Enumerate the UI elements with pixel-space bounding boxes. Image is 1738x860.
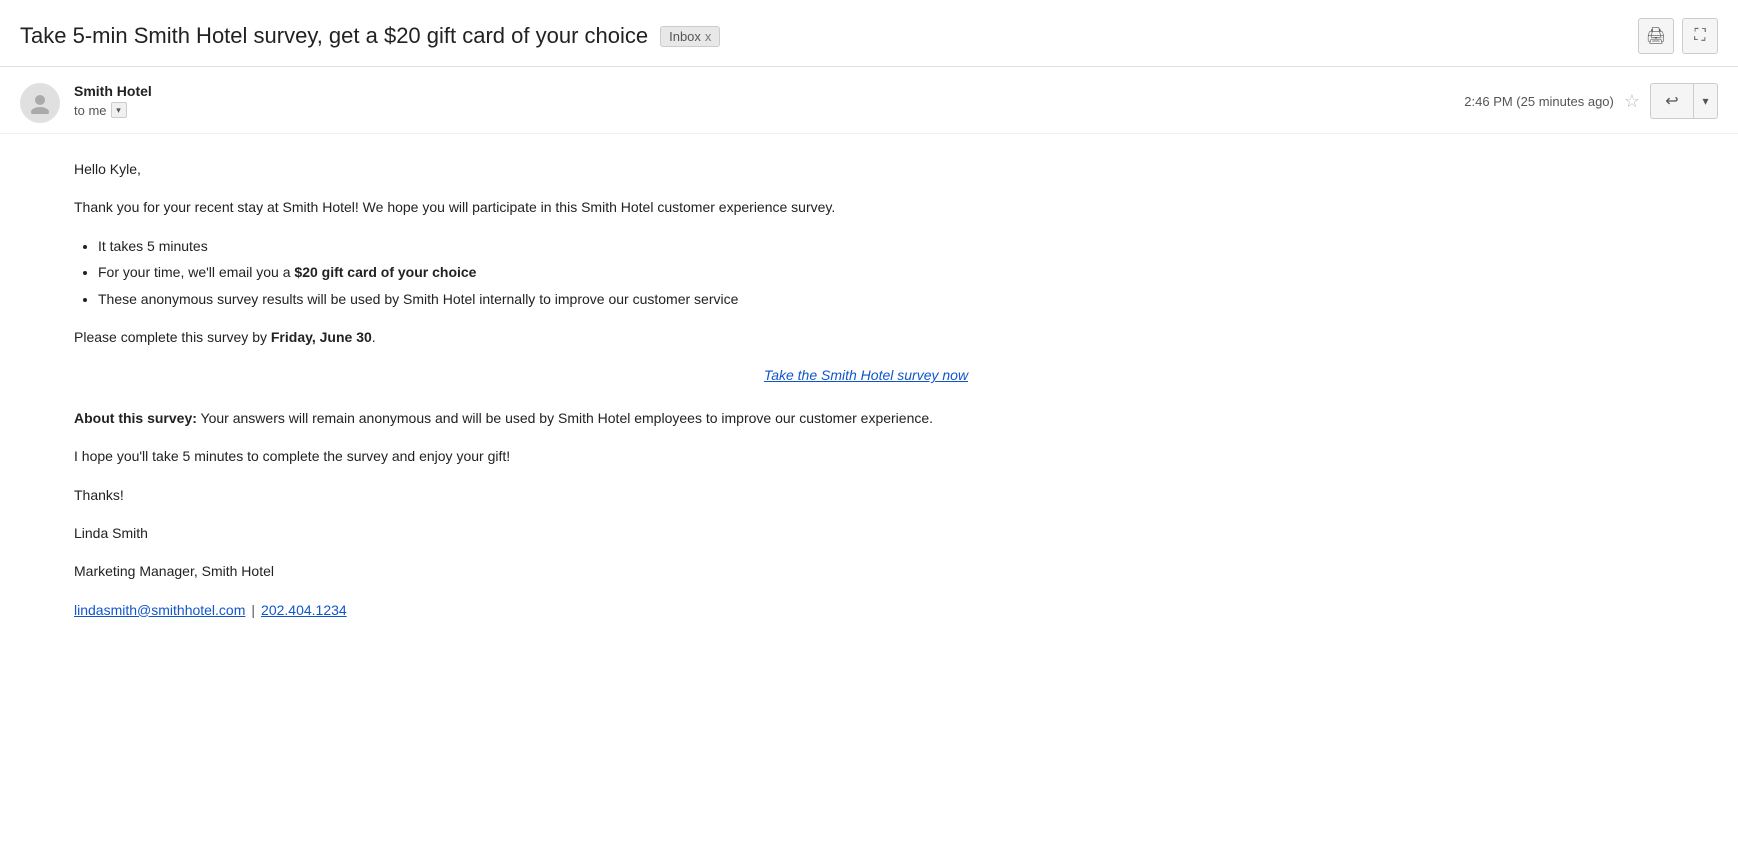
email-meta-right: 2:46 PM (25 minutes ago) ☆ ↩ ▾ — [1464, 83, 1718, 119]
sender-dropdown-button[interactable]: ▾ — [111, 102, 127, 118]
email-thanks: Thanks! — [74, 484, 1658, 506]
about-label: About this survey: — [74, 410, 197, 426]
sig-links: lindasmith@smithhotel.com | 202.404.1234 — [74, 599, 1658, 621]
email-closing: I hope you'll take 5 minutes to complete… — [74, 445, 1658, 467]
sender-to-label: to me — [74, 103, 107, 118]
email-meta-row: Smith Hotel to me ▾ 2:46 PM (25 minutes … — [0, 67, 1738, 134]
sig-title: Marketing Manager, Smith Hotel — [74, 560, 1658, 582]
email-bullets: It takes 5 minutes For your time, we'll … — [98, 235, 1658, 310]
bullet-2-bold: $20 gift card of your choice — [294, 264, 476, 280]
more-icon: ▾ — [1702, 94, 1708, 108]
reply-icon: ↩ — [1665, 91, 1678, 111]
subject-actions: 🖨 ⛶ — [1638, 18, 1718, 54]
print-button[interactable]: 🖨 — [1638, 18, 1674, 54]
reply-button[interactable]: ↩ — [1650, 83, 1694, 119]
email-greeting: Hello Kyle, — [74, 158, 1658, 180]
sender-name: Smith Hotel — [74, 83, 152, 99]
email-subject-bar: Take 5-min Smith Hotel survey, get a $20… — [0, 0, 1738, 67]
bullet-3: These anonymous survey results will be u… — [98, 288, 1658, 310]
about-survey: About this survey: Your answers will rem… — [74, 407, 1658, 429]
print-icon: 🖨 — [1646, 26, 1666, 46]
sender-info: Smith Hotel to me ▾ — [74, 83, 152, 118]
avatar — [20, 83, 60, 123]
email-body: Hello Kyle, Thank you for your recent st… — [0, 134, 1738, 645]
star-icon[interactable]: ☆ — [1624, 91, 1640, 112]
email-para1: Thank you for your recent stay at Smith … — [74, 196, 1658, 218]
deadline-bold: Friday, June 30 — [271, 329, 372, 345]
about-text: Your answers will remain anonymous and w… — [197, 410, 933, 426]
sig-name: Linda Smith — [74, 522, 1658, 544]
expand-icon: ⛶ — [1694, 27, 1705, 45]
email-deadline: Please complete this survey by Friday, J… — [74, 326, 1658, 348]
email-timestamp: 2:46 PM (25 minutes ago) — [1464, 94, 1614, 109]
bullet-1: It takes 5 minutes — [98, 235, 1658, 257]
sig-email-link[interactable]: lindasmith@smithhotel.com — [74, 599, 245, 621]
sig-separator: | — [251, 599, 255, 621]
sig-phone-link[interactable]: 202.404.1234 — [261, 599, 347, 621]
more-actions-button[interactable]: ▾ — [1694, 83, 1718, 119]
expand-button[interactable]: ⛶ — [1682, 18, 1718, 54]
inbox-badge-close[interactable]: x — [705, 29, 712, 44]
email-subject-title: Take 5-min Smith Hotel survey, get a $20… — [20, 23, 648, 49]
inbox-badge-label: Inbox — [669, 29, 701, 44]
bullet-2: For your time, we'll email you a $20 gif… — [98, 261, 1658, 283]
email-signature: Linda Smith Marketing Manager, Smith Hot… — [74, 522, 1658, 621]
inbox-badge[interactable]: Inbox x — [660, 26, 720, 47]
survey-link[interactable]: Take the Smith Hotel survey now — [74, 364, 1658, 386]
